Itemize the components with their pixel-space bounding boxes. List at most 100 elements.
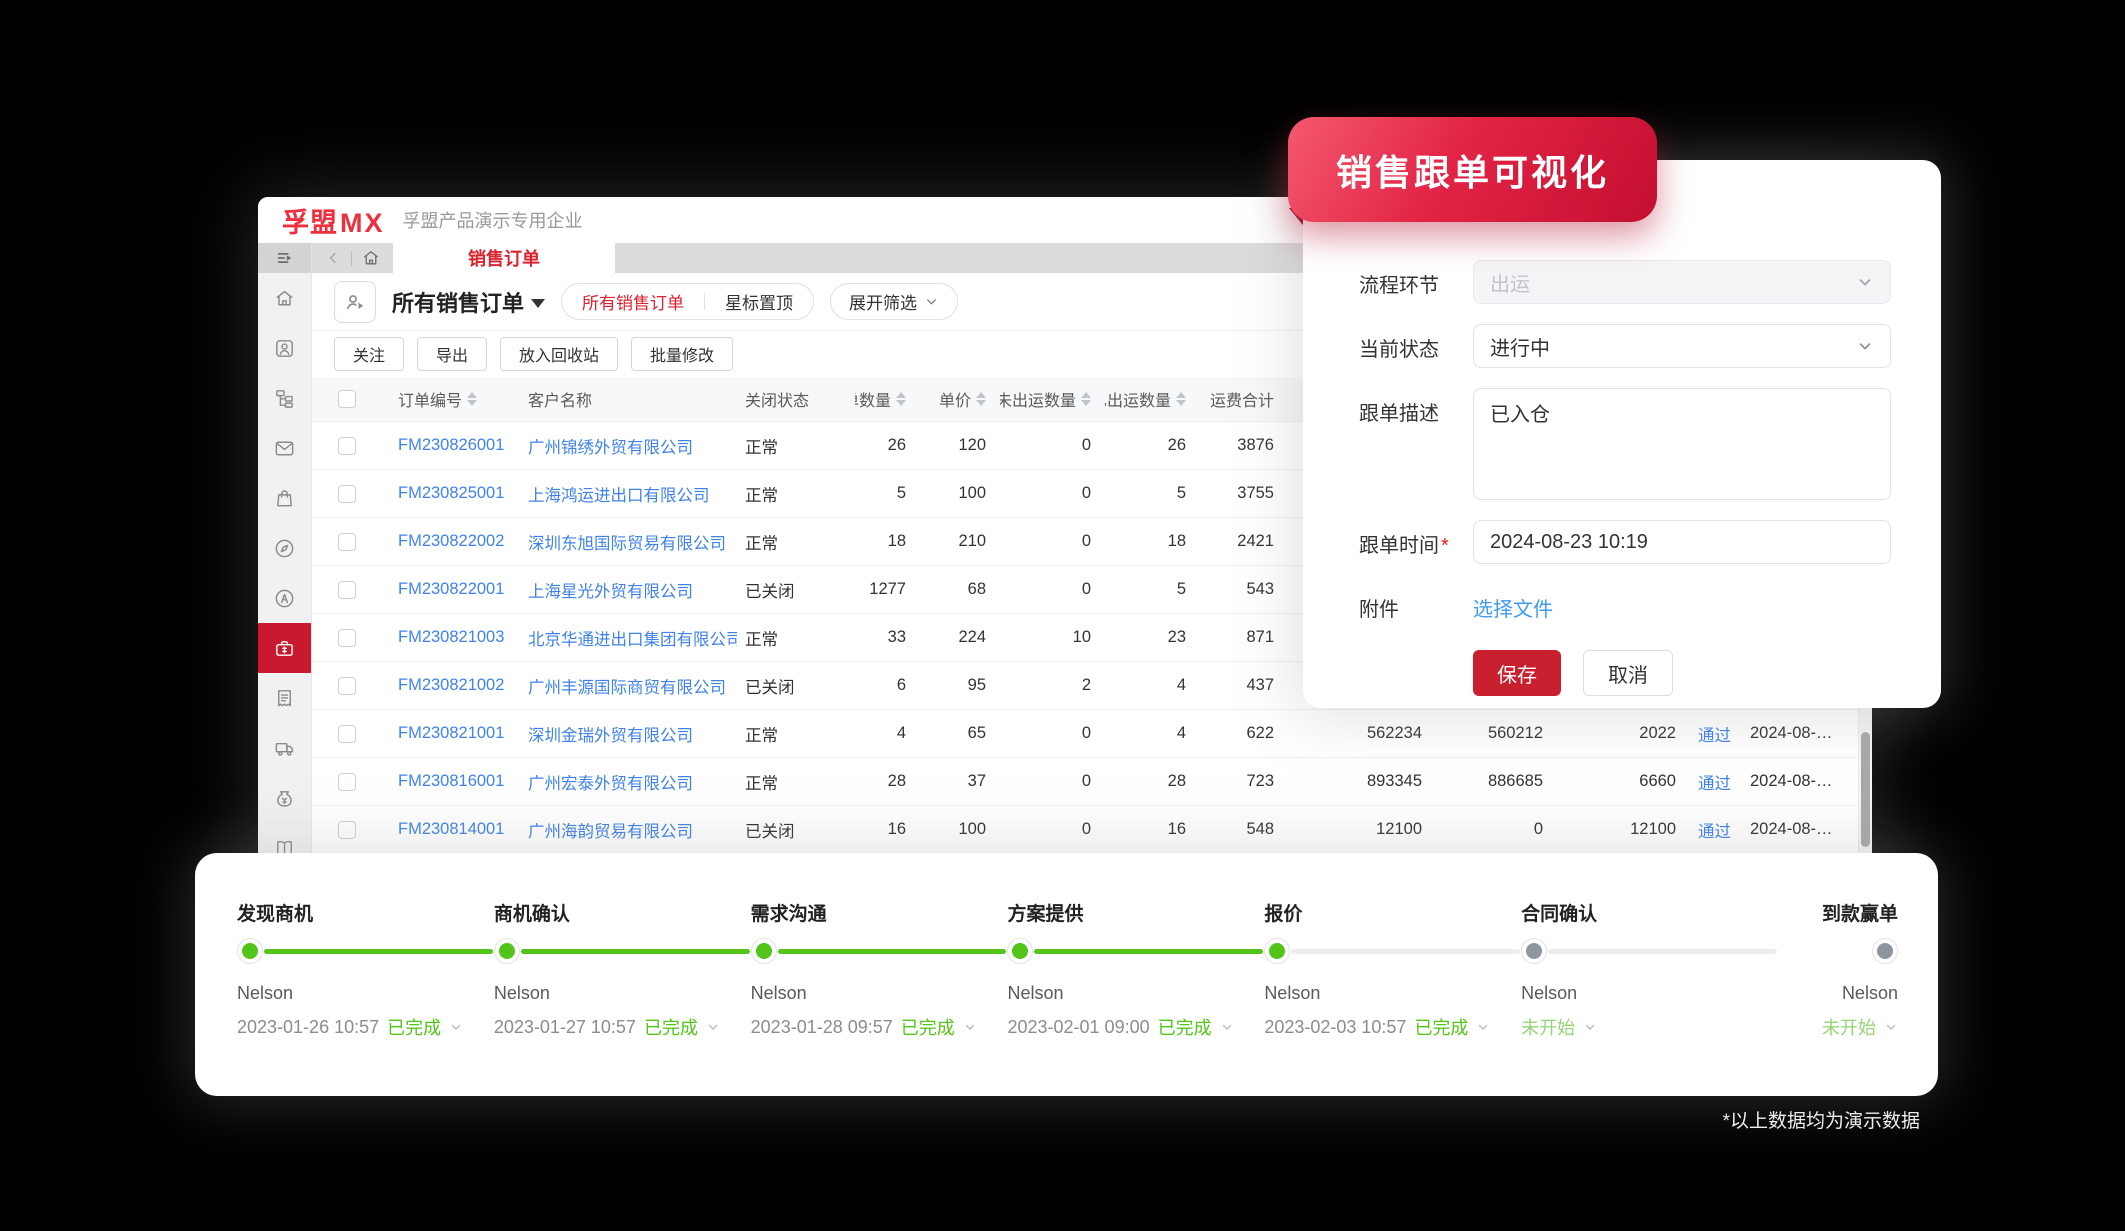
chevron-down-icon[interactable]	[1476, 1020, 1490, 1034]
row-checkbox[interactable]	[338, 677, 356, 695]
owner-filter-button[interactable]	[334, 281, 376, 323]
bulk-action-button[interactable]: 导出	[417, 337, 487, 371]
stage-time: 2023-01-27 10:57	[494, 1017, 636, 1038]
sidebar-item-circle-a[interactable]	[258, 573, 311, 623]
customer-name-link[interactable]: 上海鸿运进出口有限公司	[520, 482, 737, 506]
column-header[interactable]: 订单编号	[390, 387, 520, 411]
sidebar-item-moneybag[interactable]	[258, 773, 311, 823]
stage-status[interactable]: 已完成	[901, 1014, 955, 1040]
column-header[interactable]: 单价	[920, 387, 1000, 411]
table-cell: 210	[920, 532, 1000, 551]
current-status-select[interactable]: 进行中	[1473, 324, 1891, 368]
choose-file-link[interactable]: 选择文件	[1473, 584, 1553, 622]
stage-status[interactable]: 已完成	[387, 1014, 441, 1040]
sidebar-item-org-structure[interactable]	[258, 373, 311, 423]
audit-status-link[interactable]: 通过	[1690, 770, 1742, 794]
chevron-down-icon[interactable]	[706, 1020, 720, 1034]
sort-carets-icon[interactable]	[1081, 392, 1091, 406]
bulk-action-button[interactable]: 放入回收站	[500, 337, 618, 371]
customer-name-link[interactable]: 深圳东旭国际贸易有限公司	[520, 530, 737, 554]
stage-dot-row	[751, 938, 1008, 964]
bulk-action-button[interactable]: 关注	[334, 337, 404, 371]
sidebar-item-home[interactable]	[258, 273, 311, 323]
order-number-link[interactable]: FM230821002	[390, 676, 520, 695]
order-number-link[interactable]: FM230816001	[390, 772, 520, 791]
stage-dot-icon	[1872, 938, 1898, 964]
sort-carets-icon[interactable]	[467, 392, 477, 406]
table-cell: 560212	[1436, 724, 1557, 743]
bulk-action-button[interactable]: 批量修改	[631, 337, 733, 371]
row-checkbox[interactable]	[338, 725, 356, 743]
segment-starred[interactable]: 星标置顶	[705, 284, 813, 319]
column-header[interactable]: 订单数量	[855, 387, 920, 411]
expand-filter-button[interactable]: 展开筛选	[830, 283, 958, 320]
row-checkbox[interactable]	[338, 773, 356, 791]
scrollbar-thumb[interactable]	[1861, 732, 1870, 847]
row-checkbox[interactable]	[338, 629, 356, 647]
stage-status[interactable]: 未开始	[1822, 1014, 1876, 1040]
sidebar-item-receipt[interactable]	[258, 673, 311, 723]
chevron-down-icon[interactable]	[963, 1020, 977, 1034]
required-asterisk: *	[1441, 535, 1449, 557]
followup-desc-textarea[interactable]: 已入仓	[1473, 388, 1891, 500]
back-button[interactable]	[324, 249, 342, 267]
table-cell: 正常	[737, 722, 855, 746]
customer-name-link[interactable]: 上海星光外贸有限公司	[520, 578, 737, 602]
order-number-link[interactable]: FM230826001	[390, 436, 520, 455]
segment-all-orders[interactable]: 所有销售订单	[562, 284, 704, 319]
table-cell: 100	[920, 484, 1000, 503]
chevron-down-icon[interactable]	[1220, 1020, 1234, 1034]
row-checkbox[interactable]	[338, 485, 356, 503]
compass-icon	[273, 537, 296, 560]
view-switcher[interactable]: 所有销售订单	[392, 286, 545, 318]
stage-status[interactable]: 已完成	[644, 1014, 698, 1040]
process-stage-select[interactable]: 出运	[1473, 260, 1891, 304]
chevron-down-icon[interactable]	[1583, 1020, 1597, 1034]
stage-status[interactable]: 未开始	[1521, 1014, 1575, 1040]
save-button[interactable]: 保存	[1473, 650, 1561, 696]
order-number-link[interactable]: FM230822001	[390, 580, 520, 599]
collapse-sidebar-button[interactable]	[258, 243, 311, 273]
audit-status-link[interactable]: 通过	[1690, 722, 1742, 746]
row-checkbox[interactable]	[338, 437, 356, 455]
sidebar-item-truck[interactable]	[258, 723, 311, 773]
row-checkbox[interactable]	[338, 821, 356, 839]
customer-name-link[interactable]: 深圳金瑞外贸有限公司	[520, 722, 737, 746]
audit-status-link[interactable]: 通过	[1690, 818, 1742, 842]
customer-name-link[interactable]: 广州海韵贸易有限公司	[520, 818, 737, 842]
customer-name-link[interactable]: 广州锦绣外贸有限公司	[520, 434, 737, 458]
column-header[interactable]: 未出运数量	[1000, 387, 1105, 411]
sidebar-item-briefcase-dollar[interactable]	[258, 623, 311, 673]
shopping-bag-icon	[273, 487, 296, 510]
order-number-link[interactable]: FM230821001	[390, 724, 520, 743]
table-cell: 12100	[1288, 820, 1436, 839]
stage-status[interactable]: 已完成	[1414, 1014, 1468, 1040]
sidebar-item-shopping-bag[interactable]	[258, 473, 311, 523]
order-number-link[interactable]: FM230814001	[390, 820, 520, 839]
chevron-down-icon[interactable]	[449, 1020, 463, 1034]
cancel-button[interactable]: 取消	[1583, 650, 1673, 696]
chevron-down-icon[interactable]	[1884, 1020, 1898, 1034]
tab-sales-orders[interactable]: 销售订单	[393, 243, 615, 273]
sort-carets-icon[interactable]	[896, 392, 906, 406]
stage-status[interactable]: 已完成	[1158, 1014, 1212, 1040]
order-number-link[interactable]: FM230821003	[390, 628, 520, 647]
customer-name-link[interactable]: 北京华通进出口集团有限公司	[520, 626, 737, 650]
order-number-link[interactable]: FM230822002	[390, 532, 520, 551]
followup-time-input[interactable]: 2024-08-23 10:19	[1473, 520, 1891, 564]
table-cell: 26	[1105, 436, 1200, 455]
sort-carets-icon[interactable]	[976, 392, 986, 406]
sidebar-item-mail[interactable]	[258, 423, 311, 473]
row-checkbox[interactable]	[338, 533, 356, 551]
column-header[interactable]: 已出运数量	[1105, 387, 1200, 411]
sidebar-item-contacts[interactable]	[258, 323, 311, 373]
customer-name-link[interactable]: 广州丰源国际商贸有限公司	[520, 674, 737, 698]
table-row: FM230821001深圳金瑞外贸有限公司正常46504622562234560…	[312, 710, 1872, 758]
sidebar-item-compass[interactable]	[258, 523, 311, 573]
row-checkbox[interactable]	[338, 581, 356, 599]
home-tab-button[interactable]	[361, 248, 381, 268]
customer-name-link[interactable]: 广州宏泰外贸有限公司	[520, 770, 737, 794]
sort-carets-icon[interactable]	[1176, 392, 1186, 406]
order-number-link[interactable]: FM230825001	[390, 484, 520, 503]
select-all-checkbox[interactable]	[338, 390, 356, 408]
